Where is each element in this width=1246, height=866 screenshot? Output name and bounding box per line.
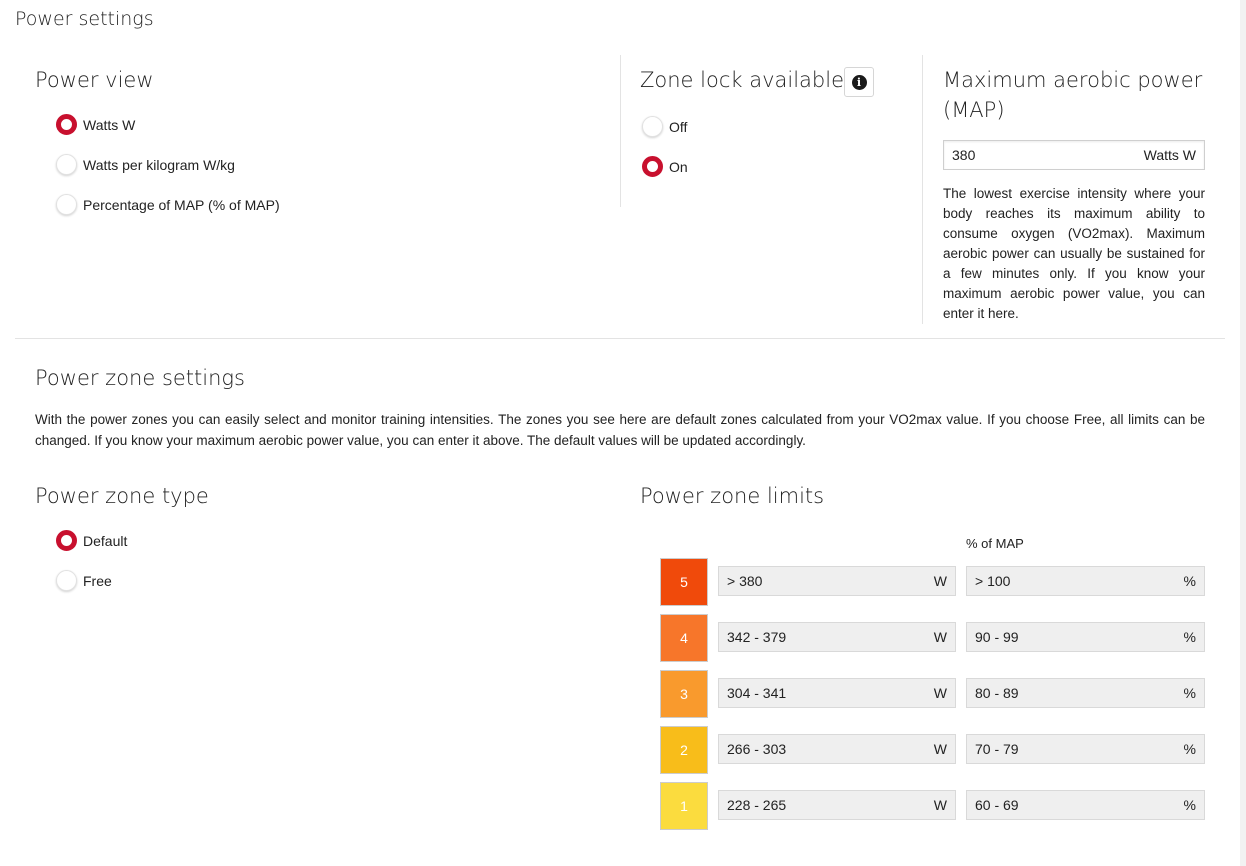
zone-row-4: 4 342 - 379 W 90 - 99 % — [660, 614, 1205, 662]
power-zone-limits-heading: Power zone limits — [640, 484, 825, 508]
zone-lock-option-on[interactable]: On — [642, 156, 688, 177]
zone-watts-value[interactable]: 342 - 379 — [727, 629, 786, 645]
map-input-value[interactable]: 380 — [952, 147, 975, 163]
zone-pct-unit: % — [1183, 685, 1196, 701]
zone-watts-value[interactable]: 228 - 265 — [727, 797, 786, 813]
page-title: Power settings — [15, 8, 154, 30]
power-zone-settings-heading: Power zone settings — [35, 366, 245, 390]
zone-pct-value[interactable]: 90 - 99 — [975, 629, 1019, 645]
zone-watts-unit: W — [933, 573, 947, 589]
map-heading-line1: Maximum aerobic power — [943, 68, 1203, 92]
zone-lock-heading: Zone lock available — [640, 68, 844, 92]
radio-checked-icon[interactable] — [56, 114, 77, 135]
zone-pct-unit: % — [1183, 797, 1196, 813]
radio-checked-icon[interactable] — [642, 156, 663, 177]
column-divider — [922, 55, 923, 324]
power-zone-settings-description: With the power zones you can easily sele… — [35, 412, 1205, 448]
zone-watts-field[interactable]: 304 - 341 W — [718, 678, 956, 708]
zone-lock-option-off[interactable]: Off — [642, 116, 687, 137]
zone-row-2: 2 266 - 303 W 70 - 79 % — [660, 726, 1205, 774]
zone-pct-field[interactable]: 80 - 89 % — [966, 678, 1205, 708]
radio-label: Default — [83, 532, 128, 549]
zone-lock-info-button[interactable]: i — [844, 67, 874, 97]
power-view-option-watts[interactable]: Watts W — [56, 114, 135, 135]
zone-watts-unit: W — [933, 629, 947, 645]
radio-unchecked-icon[interactable] — [56, 194, 77, 215]
radio-checked-icon[interactable] — [56, 530, 77, 551]
zone-swatch: 5 — [660, 558, 708, 606]
section-divider — [15, 338, 1225, 339]
power-view-option-percent-map[interactable]: Percentage of MAP (% of MAP) — [56, 194, 280, 215]
zone-watts-unit: W — [933, 741, 947, 757]
zone-watts-unit: W — [933, 797, 947, 813]
zone-pct-field[interactable]: 70 - 79 % — [966, 734, 1205, 764]
info-icon: i — [851, 74, 867, 90]
zone-type-option-free[interactable]: Free — [56, 570, 112, 591]
zone-pct-field[interactable]: > 100 % — [966, 566, 1205, 596]
zone-pct-field[interactable]: 60 - 69 % — [966, 790, 1205, 820]
zone-watts-field[interactable]: > 380 W — [718, 566, 956, 596]
percent-of-map-header: % of MAP — [966, 536, 1024, 551]
zone-pct-unit: % — [1183, 741, 1196, 757]
zone-swatch: 4 — [660, 614, 708, 662]
zone-swatch: 1 — [660, 782, 708, 830]
zone-pct-value[interactable]: > 100 — [975, 573, 1010, 589]
zone-watts-value[interactable]: > 380 — [727, 573, 762, 589]
map-input[interactable]: 380 Watts W — [943, 140, 1205, 170]
power-settings-card: Power settings Power view Watts W Watts … — [0, 0, 1240, 866]
map-description: The lowest exercise intensity where your… — [943, 186, 1205, 321]
radio-label: Watts W — [83, 116, 136, 133]
map-input-unit: Watts W — [1143, 147, 1196, 163]
zone-type-option-default[interactable]: Default — [56, 530, 127, 551]
radio-label: On — [669, 158, 688, 175]
radio-unchecked-icon[interactable] — [642, 116, 663, 137]
zone-pct-value[interactable]: 80 - 89 — [975, 685, 1019, 701]
power-zone-type-heading: Power zone type — [35, 484, 209, 508]
radio-label: Percentage of MAP (% of MAP) — [83, 196, 280, 213]
zone-row-3: 3 304 - 341 W 80 - 89 % — [660, 670, 1205, 718]
zone-watts-field[interactable]: 266 - 303 W — [718, 734, 956, 764]
radio-label: Free — [83, 572, 112, 589]
zone-watts-value[interactable]: 266 - 303 — [727, 741, 786, 757]
zone-watts-field[interactable]: 342 - 379 W — [718, 622, 956, 652]
zone-pct-field[interactable]: 90 - 99 % — [966, 622, 1205, 652]
zone-pct-value[interactable]: 70 - 79 — [975, 741, 1019, 757]
map-heading-line2: (MAP) — [943, 98, 1005, 122]
zone-swatch: 2 — [660, 726, 708, 774]
column-divider — [620, 55, 621, 207]
zone-watts-field[interactable]: 228 - 265 W — [718, 790, 956, 820]
power-view-heading: Power view — [35, 68, 154, 92]
zone-swatch: 3 — [660, 670, 708, 718]
zone-watts-unit: W — [933, 685, 947, 701]
radio-label: Watts per kilogram W/kg — [83, 156, 235, 173]
zone-pct-value[interactable]: 60 - 69 — [975, 797, 1019, 813]
power-view-option-watts-per-kg[interactable]: Watts per kilogram W/kg — [56, 154, 235, 175]
radio-unchecked-icon[interactable] — [56, 570, 77, 591]
zone-row-5: 5 > 380 W > 100 % — [660, 558, 1205, 606]
zone-row-1: 1 228 - 265 W 60 - 69 % — [660, 782, 1205, 830]
radio-label: Off — [669, 118, 688, 135]
zone-pct-unit: % — [1183, 573, 1196, 589]
radio-unchecked-icon[interactable] — [56, 154, 77, 175]
zone-pct-unit: % — [1183, 629, 1196, 645]
zone-watts-value[interactable]: 304 - 341 — [727, 685, 786, 701]
